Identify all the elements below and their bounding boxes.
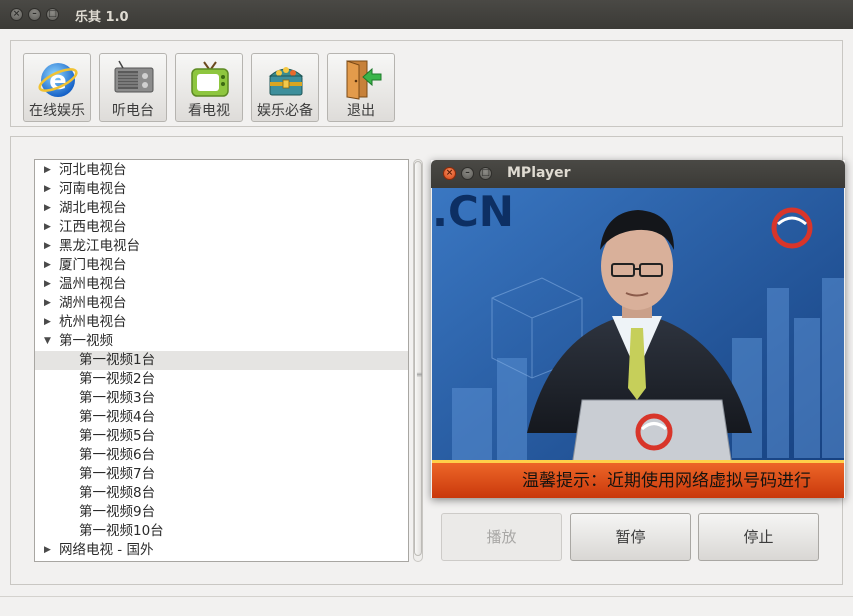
tree-item-label: 第一视频3台 [79,390,156,406]
mplayer-window[interactable]: × – □ MPlayer .CN 温馨提示：近期使用网络虚拟号码进行 [431,160,845,498]
mplayer-close-button[interactable]: × [443,167,456,180]
collapsed-arrow-icon[interactable]: ▶ [44,180,51,199]
radio-label: 听电台 [112,103,154,119]
tree-channel-item[interactable]: 第一视频8台 [35,484,408,503]
tree-item-label: 网络电视 - 国外 [59,542,154,558]
mplayer-minimize-button[interactable]: – [461,167,474,180]
tree-item-label: 河北电视台 [59,162,127,178]
collapsed-arrow-icon[interactable]: ▶ [44,275,51,294]
tree-group-item[interactable]: ▶ 河北电视台 [35,161,408,180]
mplayer-titlebar[interactable]: × – □ MPlayer [431,160,845,188]
exit-button[interactable]: 退出 [327,53,395,122]
channel-tree[interactable]: ▶ 河北电视台 ▶ 河南电视台 ▶ 湖北电视台 ▶ 江西电视台 ▶ 黑龙江电视台 ▶ 厦门电视台 ▶ 温州… [34,159,409,562]
maximize-window-button[interactable]: □ [46,8,59,21]
tree-item-label: 河南电视台 [59,181,127,197]
tree-item-label: 第一视频4台 [79,409,156,425]
tree-group-item[interactable]: ▶ 网络电视 - 国外 [35,541,408,560]
status-bar [0,596,853,597]
stop-button[interactable]: 停止 [698,513,819,561]
tree-item-label: 黑龙江电视台 [59,238,140,254]
ie-globe-icon: e [38,63,78,97]
tree-item-label: 湖州电视台 [59,295,127,311]
tree-channel-item[interactable]: 第一视频9台 [35,503,408,522]
video-ticker-text: 温馨提示：近期使用网络虚拟号码进行 [522,470,811,491]
tree-item-label: 温州电视台 [59,276,127,292]
minimize-window-button[interactable]: – [28,8,41,21]
tree-item-label: 第一视频2台 [79,371,156,387]
tree-group-item[interactable]: ▶ 湖北电视台 [35,199,408,218]
tv-icon [191,61,229,97]
collapsed-arrow-icon[interactable]: ▶ [44,313,51,332]
tree-item-label: 厦门电视台 [59,257,127,273]
tree-group-item[interactable]: ▶ 河南电视台 [35,180,408,199]
video-frame[interactable]: .CN 温馨提示：近期使用网络虚拟号码进行 [432,188,844,498]
close-window-button[interactable]: × [10,8,23,21]
tree-channel-item[interactable]: 第一视频2台 [35,370,408,389]
tree-channel-item[interactable]: 第一视频1台 [35,351,408,370]
collapsed-arrow-icon[interactable]: ▶ [44,294,51,313]
watch-tv-label: 看电视 [188,103,230,119]
exit-label: 退出 [347,103,375,119]
tree-item-label: 第一视频7台 [79,466,156,482]
tree-item-label: 第一视频8台 [79,485,156,501]
tree-item-label: 第一视频10台 [79,523,164,539]
tree-item-label: 杭州电视台 [59,314,127,330]
tree-group-item[interactable]: ▶ 厦门电视台 [35,256,408,275]
tree-scrollbar[interactable]: ≡ [411,159,425,562]
tree-channel-item[interactable]: 第一视频7台 [35,465,408,484]
tree-group-item[interactable]: ▶ 杭州电视台 [35,313,408,332]
toolbar: e 在线娱乐 听电台 看电视 娱乐必备 退出 [10,40,843,127]
tree-group-item[interactable]: ▼ 第一视频 [35,332,408,351]
treasure-chest-icon [268,67,304,96]
tree-channel-item[interactable]: 第一视频3台 [35,389,408,408]
tree-item-label: 第一视频5台 [79,428,156,444]
tree-channel-item[interactable]: 第一视频10台 [35,522,408,541]
online-entertainment-button[interactable]: e 在线娱乐 [23,53,91,122]
tree-channel-item[interactable]: 第一视频6台 [35,446,408,465]
exit-door-icon [346,60,382,100]
entertainment-essentials-button[interactable]: 娱乐必备 [251,53,319,122]
tree-channel-item[interactable]: 第一视频5台 [35,427,408,446]
tree-item-label: 江西电视台 [59,219,127,235]
radio-icon [114,60,154,93]
radio-button[interactable]: 听电台 [99,53,167,122]
window-title: 乐其 1.0 [75,10,129,25]
entertainment-essentials-label: 娱乐必备 [257,103,313,119]
collapsed-arrow-icon[interactable]: ▶ [44,161,51,180]
play-button[interactable]: 播放 [441,513,562,561]
video-scene-image: .CN 温馨提示：近期使用网络虚拟号码进行 [432,188,844,498]
watch-tv-button[interactable]: 看电视 [175,53,243,122]
mplayer-maximize-button[interactable]: □ [479,167,492,180]
collapsed-arrow-icon[interactable]: ▶ [44,256,51,275]
expanded-arrow-icon[interactable]: ▼ [44,332,51,351]
tree-item-label: 第一视频1台 [79,352,156,368]
scrollbar-thumb[interactable] [414,161,422,556]
collapsed-arrow-icon[interactable]: ▶ [44,237,51,256]
tree-group-item[interactable]: ▶ 湖州电视台 [35,294,408,313]
tree-group-item[interactable]: ▶ 黑龙江电视台 [35,237,408,256]
window-titlebar: × – □ 乐其 1.0 [0,0,853,29]
tree-item-label: 第一视频6台 [79,447,156,463]
tree-group-item[interactable]: ▶ 温州电视台 [35,275,408,294]
video-logo-text: .CN [432,188,514,236]
tree-item-label: 第一视频 [59,333,113,349]
pause-button[interactable]: 暂停 [570,513,691,561]
scrollbar-grip-icon: ≡ [416,370,423,379]
online-entertainment-label: 在线娱乐 [29,103,85,119]
tree-group-item[interactable]: ▶ 江西电视台 [35,218,408,237]
collapsed-arrow-icon[interactable]: ▶ [44,199,51,218]
tree-item-label: 湖北电视台 [59,200,127,216]
tree-item-label: 第一视频9台 [79,504,156,520]
collapsed-arrow-icon[interactable]: ▶ [44,541,51,560]
mplayer-title: MPlayer [507,165,571,181]
collapsed-arrow-icon[interactable]: ▶ [44,218,51,237]
tree-channel-item[interactable]: 第一视频4台 [35,408,408,427]
